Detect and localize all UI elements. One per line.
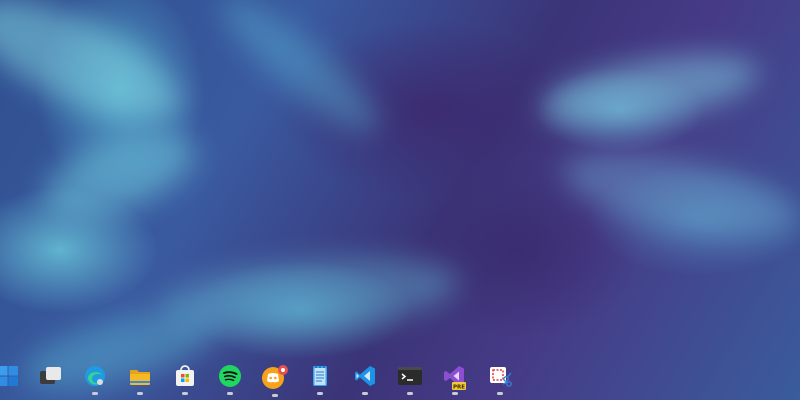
running-indicator	[227, 392, 233, 395]
windows-logo-icon	[0, 366, 18, 386]
visual-studio-icon: PRE	[444, 366, 466, 391]
notepad-icon	[313, 365, 327, 386]
snipping-tool-taskbar-button[interactable]	[484, 364, 516, 398]
task-view-icon	[40, 367, 61, 384]
running-indicator	[497, 392, 503, 395]
running-indicator	[137, 392, 143, 395]
visual-studio-preview-taskbar-button[interactable]: PRE	[439, 364, 471, 398]
vscode-taskbar-button[interactable]	[349, 364, 381, 398]
discord-icon	[262, 365, 288, 389]
file-explorer-taskbar-button[interactable]	[124, 364, 156, 398]
running-indicator	[362, 392, 368, 395]
task-view-button[interactable]	[34, 364, 66, 398]
preview-badge-label: PRE	[453, 385, 465, 391]
microsoft-store-taskbar-button[interactable]	[169, 364, 201, 398]
folder-icon	[130, 370, 150, 385]
running-indicator	[317, 392, 323, 395]
edge-icon	[85, 366, 105, 386]
running-indicator	[272, 394, 278, 397]
spotify-icon	[219, 365, 241, 387]
discord-taskbar-button[interactable]	[259, 364, 291, 398]
desktop: PRE	[0, 0, 800, 400]
snipping-tool-icon	[490, 367, 512, 387]
edge-taskbar-button[interactable]	[79, 364, 111, 398]
notepad-taskbar-button[interactable]	[304, 364, 336, 398]
running-indicator	[92, 392, 98, 395]
start-button[interactable]	[0, 364, 24, 398]
terminal-icon	[398, 367, 422, 385]
vscode-icon	[355, 366, 375, 386]
spotify-taskbar-button[interactable]	[214, 364, 246, 398]
store-icon	[176, 365, 194, 386]
running-indicator	[182, 392, 188, 395]
running-indicator	[407, 392, 413, 395]
terminal-taskbar-button[interactable]	[394, 364, 426, 398]
taskbar: PRE	[0, 358, 800, 400]
running-indicator	[452, 392, 458, 395]
